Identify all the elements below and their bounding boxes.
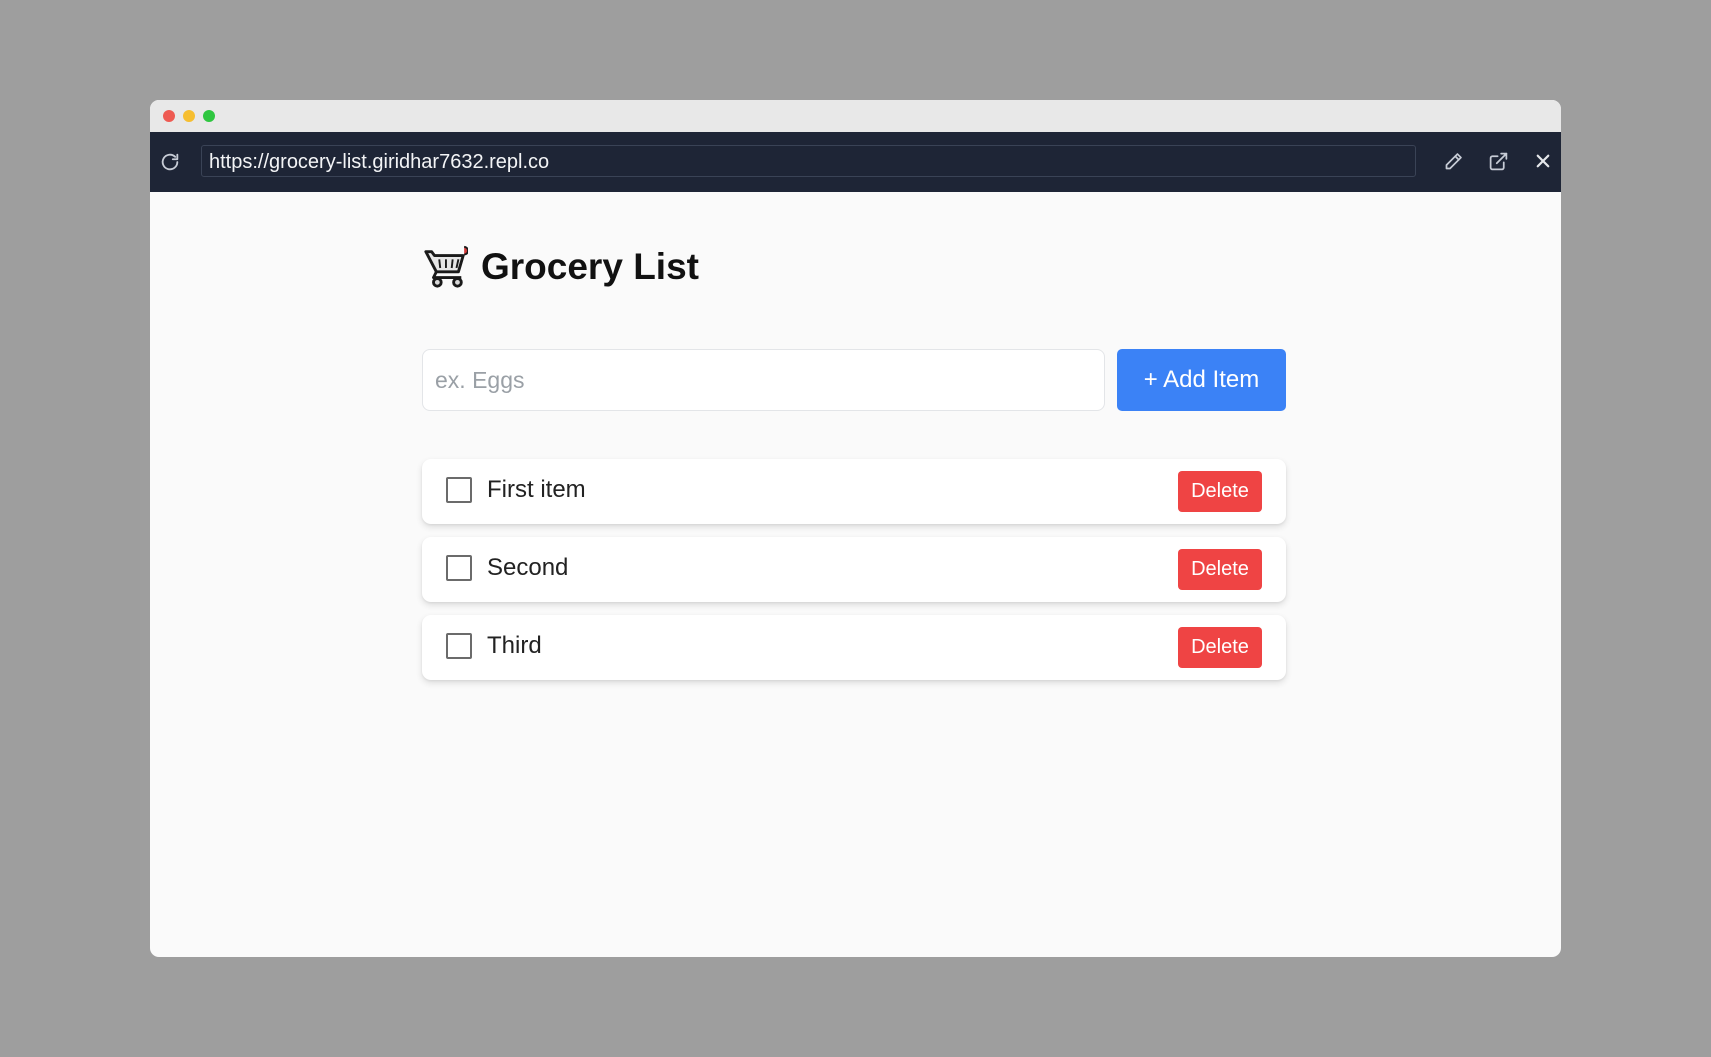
reload-icon[interactable] <box>157 149 183 175</box>
maximize-window-dot[interactable] <box>203 110 215 122</box>
page-heading: Grocery List <box>422 244 699 290</box>
delete-button[interactable]: Delete <box>1178 471 1262 512</box>
item-label: First item <box>487 476 586 503</box>
url-bar[interactable]: https://grocery-list.giridhar7632.repl.c… <box>201 145 1416 177</box>
delete-button[interactable]: Delete <box>1178 549 1262 590</box>
item-checkbox[interactable] <box>446 477 472 503</box>
list-item: Second Delete <box>422 537 1286 602</box>
shopping-cart-icon <box>424 245 468 288</box>
close-icon[interactable] <box>1530 148 1556 174</box>
external-link-icon[interactable] <box>1485 148 1511 174</box>
pencil-icon[interactable] <box>1440 148 1466 174</box>
page-title: Grocery List <box>481 246 699 287</box>
browser-toolbar: https://grocery-list.giridhar7632.repl.c… <box>150 132 1561 192</box>
minimize-window-dot[interactable] <box>183 110 195 122</box>
add-item-row: + Add Item <box>422 349 1286 411</box>
item-checkbox[interactable] <box>446 633 472 659</box>
browser-window: https://grocery-list.giridhar7632.repl.c… <box>150 100 1561 957</box>
item-checkbox[interactable] <box>446 555 472 581</box>
list-item: First item Delete <box>422 459 1286 524</box>
grocery-items-list: First item Delete Second Delete Third De… <box>422 459 1286 693</box>
add-item-button[interactable]: + Add Item <box>1117 349 1286 411</box>
window-titlebar <box>150 100 1561 132</box>
delete-button[interactable]: Delete <box>1178 627 1262 668</box>
page-content: Grocery List + Add Item First item Delet… <box>150 192 1561 957</box>
list-item: Third Delete <box>422 615 1286 680</box>
item-label: Second <box>487 554 569 581</box>
item-input[interactable] <box>422 349 1105 411</box>
item-label: Third <box>487 632 542 659</box>
close-window-dot[interactable] <box>163 110 175 122</box>
